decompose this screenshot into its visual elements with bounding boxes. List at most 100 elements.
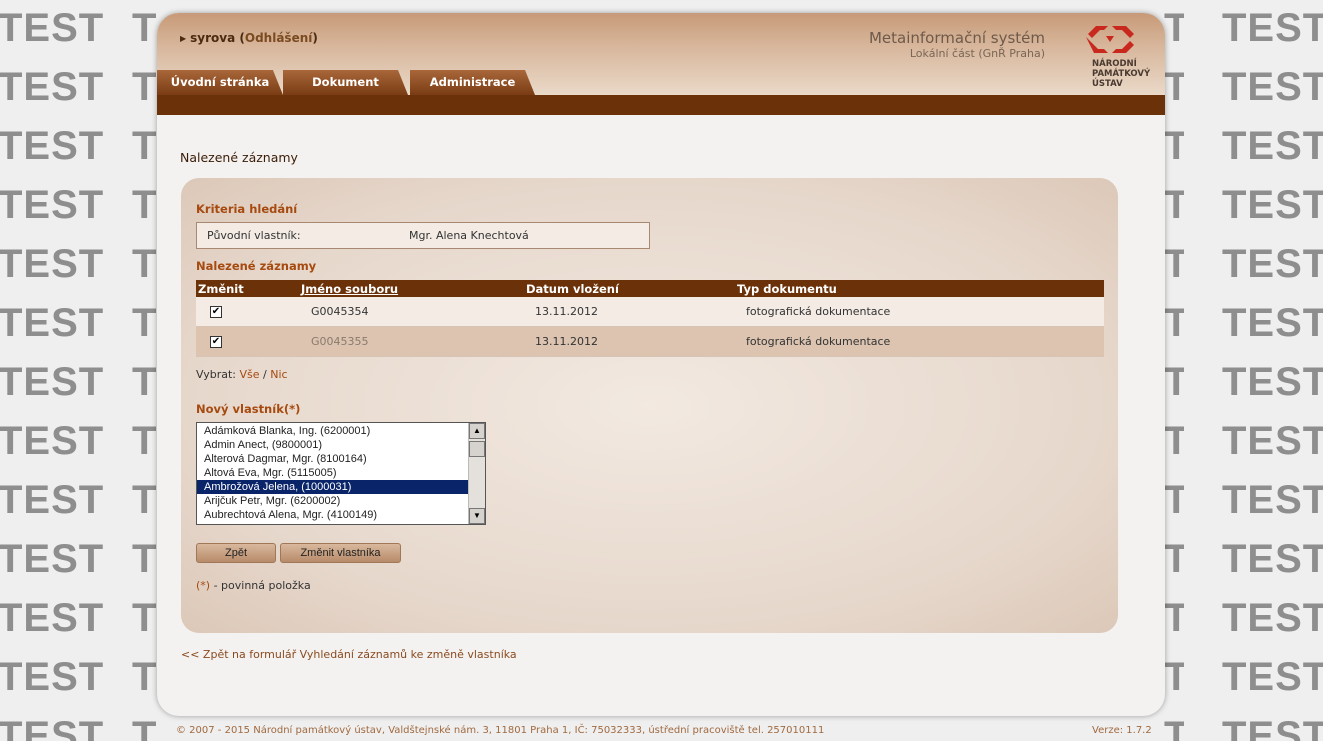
- main-card: ▶ syrova (Odhlášení) Metainformační systé…: [157, 13, 1165, 716]
- criteria-title: Kriteria hledání: [196, 202, 298, 216]
- col-filename-sort[interactable]: Jméno souboru: [301, 282, 398, 296]
- owner-options: Adámková Blanka, Ing. (6200001) Admin Ane…: [197, 424, 485, 522]
- watermark-text: TEST: [1222, 183, 1323, 227]
- watermark-text: TEST: [132, 598, 156, 638]
- watermark-text: TEST: [0, 537, 105, 581]
- logo-line-2: PAMÁTKOVÝ: [1092, 69, 1151, 79]
- watermark-text: TEST: [0, 65, 105, 109]
- back-to-search-link[interactable]: << Zpět na formulář Vyhledání záznamů ke…: [181, 648, 517, 661]
- logout-link[interactable]: Odhlášení: [245, 31, 312, 45]
- tab-document[interactable]: Dokument: [283, 70, 408, 95]
- row-checkbox[interactable]: ✔: [210, 336, 222, 348]
- watermark-text: TEST: [132, 303, 156, 343]
- col-type: Typ dokumentu: [737, 282, 837, 296]
- watermark-text: TEST: [1164, 716, 1184, 741]
- watermark-text: TEST: [1222, 714, 1323, 741]
- owner-option[interactable]: Alterová Dagmar, Mgr. (8100164): [197, 452, 469, 466]
- logo-text: NÁRODNÍ PAMÁTKOVÝ ÚSTAV: [1092, 59, 1150, 89]
- watermark-text: TEST: [1164, 303, 1184, 343]
- required-text: - povinná položka: [210, 579, 311, 592]
- page-title: Nalezené záznamy: [180, 150, 298, 165]
- select-none-link[interactable]: Nic: [270, 368, 287, 381]
- back-button[interactable]: Zpět: [196, 543, 276, 563]
- watermark-text: TEST: [132, 480, 156, 520]
- criteria-box: Původní vlastník: Mgr. Alena Knechtová: [196, 222, 650, 249]
- watermark-text: TEST: [1222, 301, 1323, 345]
- watermark-text: TEST: [0, 478, 105, 522]
- tab-home[interactable]: Úvodní stránka: [157, 70, 283, 95]
- criteria-value: Mgr. Alena Knechtová: [409, 229, 529, 242]
- header: ▶ syrova (Odhlášení) Metainformační systé…: [157, 13, 1165, 95]
- watermark-text: TEST: [0, 301, 105, 345]
- col-change: Změnit: [198, 282, 244, 296]
- change-owner-button[interactable]: Změnit vlastníka: [280, 543, 401, 563]
- owner-option[interactable]: Admin Anect, (9800001): [197, 438, 469, 452]
- select-line: Vybrat: Vše / Nic: [196, 368, 288, 381]
- logo-line-1: NÁRODNÍ: [1092, 59, 1137, 69]
- owner-option[interactable]: Altová Eva, Mgr. (5115005): [197, 466, 469, 480]
- watermark-text: TEST: [0, 596, 105, 640]
- system-title: Metainformační systém: [868, 29, 1045, 47]
- row-checkbox[interactable]: ✔: [210, 306, 222, 318]
- required-note: (*) - povinná položka: [196, 579, 311, 592]
- table-row: ✔ G0045355 13.11.2012 fotografická dokum…: [196, 327, 1104, 357]
- scroll-thumb[interactable]: [469, 441, 485, 457]
- row-filename: G0045355: [311, 335, 369, 348]
- watermark-text: TEST: [132, 67, 156, 107]
- watermark-text: TEST: [1222, 419, 1323, 463]
- footer-copyright: © 2007 - 2015 Národní památkový ústav, V…: [176, 725, 825, 736]
- watermark-text: TEST: [0, 419, 105, 463]
- new-owner-label: Nový vlastník(*): [196, 402, 301, 416]
- owner-option[interactable]: Arijčuk Petr, Mgr. (6200002): [197, 494, 469, 508]
- arrow-right-icon: ▶: [180, 34, 187, 43]
- footer-version: Verze: 1.7.2: [1092, 725, 1152, 736]
- watermark-text: TEST: [1222, 65, 1323, 109]
- watermark-text: TEST: [132, 716, 156, 741]
- row-type: fotografická dokumentace: [746, 305, 891, 318]
- required-star: (*): [196, 579, 211, 592]
- username: syrova: [190, 31, 236, 45]
- scroll-up-icon[interactable]: ▲: [469, 423, 485, 439]
- table-row: ✔ G0045354 13.11.2012 fotografická dokum…: [196, 297, 1104, 327]
- watermark-text: TEST: [1222, 242, 1323, 286]
- watermark-text: TEST: [1164, 598, 1184, 638]
- watermark-text: TEST: [1164, 480, 1184, 520]
- owner-option[interactable]: Ambrožová Jelena, (1000031): [197, 480, 469, 494]
- watermark-text: TEST: [0, 124, 105, 168]
- owner-option[interactable]: Aubrechtová Alena, Mgr. (4100149): [197, 508, 469, 522]
- watermark-text: TEST: [0, 6, 105, 50]
- watermark-text: TEST: [1164, 126, 1184, 166]
- watermark-text: TEST: [132, 657, 156, 697]
- content-panel: Kriteria hledání Původní vlastník: Mgr. …: [181, 178, 1118, 633]
- user-line: ▶ syrova (Odhlášení): [180, 31, 318, 45]
- system-subtitle: Lokální část (GnŘ Praha): [909, 47, 1045, 60]
- select-separator: /: [263, 368, 267, 381]
- watermark-text: TEST: [132, 185, 156, 225]
- owner-option[interactable]: Adámková Blanka, Ing. (6200001): [197, 424, 469, 438]
- watermark-text: TEST: [0, 360, 105, 404]
- watermark-text: TEST: [0, 714, 105, 741]
- npu-logo-icon: [1086, 26, 1134, 53]
- row-date: 13.11.2012: [535, 335, 598, 348]
- watermark-text: TEST: [132, 244, 156, 284]
- results-header: Změnit Jméno souboru Datum vložení Typ d…: [196, 280, 1104, 297]
- watermark-text: TEST: [0, 242, 105, 286]
- select-label: Vybrat:: [196, 368, 237, 381]
- watermark-text: TEST: [1164, 244, 1184, 284]
- scroll-down-icon[interactable]: ▼: [469, 508, 485, 524]
- watermark-text: TEST: [1164, 421, 1184, 461]
- new-owner-listbox[interactable]: Adámková Blanka, Ing. (6200001) Admin Ane…: [196, 422, 486, 525]
- system-title-block: Metainformační systém Lokální část (GnŘ …: [869, 29, 1045, 60]
- row-filename: G0045354: [311, 305, 369, 318]
- criteria-key: Původní vlastník:: [207, 229, 301, 242]
- watermark-text: TEST: [0, 183, 105, 227]
- watermark-text: TEST: [1222, 478, 1323, 522]
- watermark-text: TEST: [132, 539, 156, 579]
- npu-logo: NÁRODNÍ PAMÁTKOVÝ ÚSTAV: [1082, 23, 1150, 93]
- watermark-text: TEST: [1222, 124, 1323, 168]
- tab-administration[interactable]: Administrace: [410, 70, 535, 95]
- listbox-scrollbar[interactable]: ▲ ▼: [468, 423, 485, 524]
- watermark-text: TEST: [132, 126, 156, 166]
- watermark-text: TEST: [1164, 67, 1184, 107]
- select-all-link[interactable]: Vše: [240, 368, 260, 381]
